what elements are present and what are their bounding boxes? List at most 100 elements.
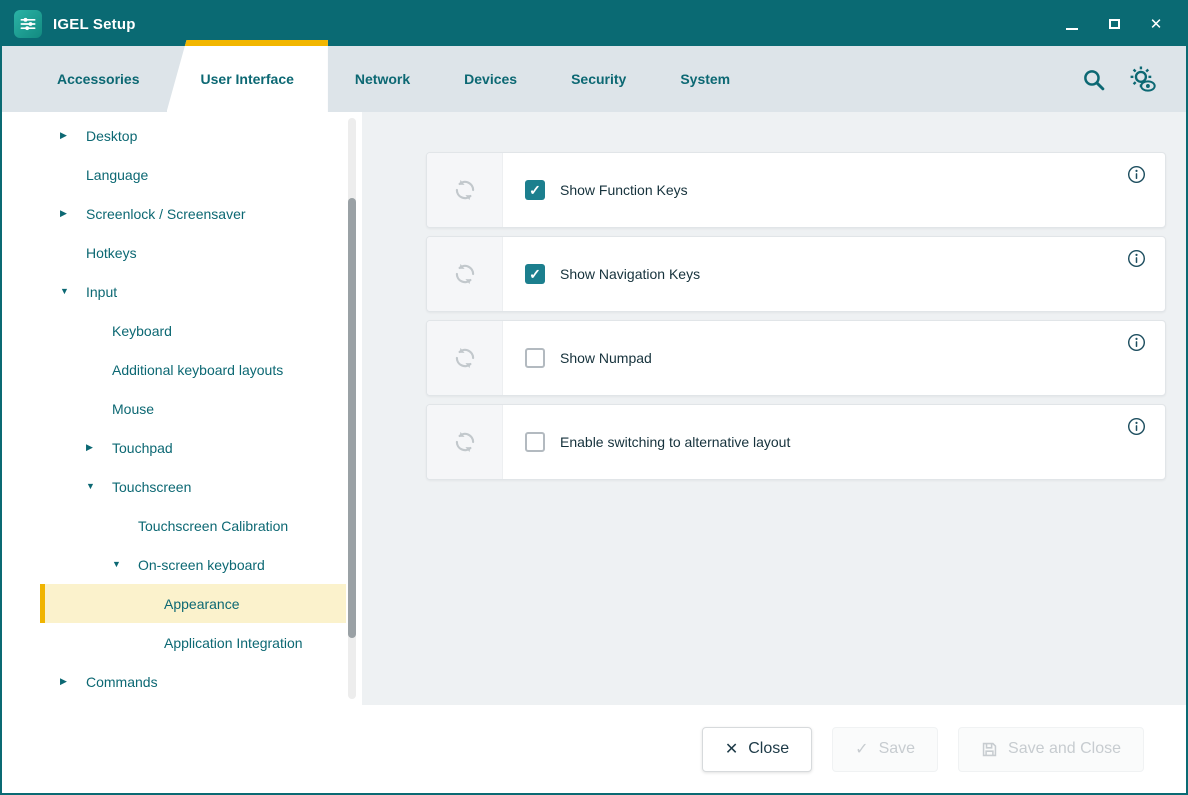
save-button[interactable]: ✓ Save [832, 727, 938, 772]
reset-icon [452, 345, 478, 371]
sidebar-item-label: Touchscreen [112, 479, 191, 495]
reset-to-default-button[interactable] [427, 405, 503, 479]
setting-body: Show Navigation Keys [503, 237, 1107, 311]
close-window-button[interactable]: ✕ [1138, 9, 1174, 39]
sidebar-item-input[interactable]: ▼ Input [2, 272, 346, 311]
tree-collapsed-icon[interactable]: ▶ [60, 131, 86, 140]
sidebar-item-label: Input [86, 284, 117, 300]
sidebar-item-keyboard[interactable]: Keyboard [2, 311, 346, 350]
sidebar-item-touchscreen-calibration[interactable]: Touchscreen Calibration [2, 506, 346, 545]
tab-accessories[interactable]: Accessories [30, 46, 167, 112]
reset-to-default-button[interactable] [427, 153, 503, 227]
reset-icon [452, 177, 478, 203]
save-button-label: Save [879, 740, 915, 758]
sidebar-item-additional-keyboard-layouts[interactable]: Additional keyboard layouts [2, 350, 346, 389]
tab-label: User Interface [201, 71, 294, 87]
sidebar-item-touchscreen[interactable]: ▼ Touchscreen [2, 467, 346, 506]
sidebar-scrollbar-track[interactable] [348, 118, 356, 699]
setting-label: Show Function Keys [560, 182, 688, 198]
checkbox-enable-switching-alternative-layout[interactable] [525, 432, 545, 452]
sidebar-item-commands[interactable]: ▶ Commands [2, 662, 346, 701]
minimize-icon [1066, 28, 1078, 30]
main-area: ▶ Desktop Language ▶ Screenlock / Screen… [2, 112, 1186, 705]
sidebar-item-touchpad[interactable]: ▶ Touchpad [2, 428, 346, 467]
sidebar-item-label: Hotkeys [86, 245, 137, 261]
tab-devices[interactable]: Devices [437, 46, 544, 112]
igel-logo-icon [14, 10, 42, 38]
close-icon: ✕ [725, 739, 738, 759]
save-icon [981, 741, 998, 758]
setting-label: Show Navigation Keys [560, 266, 700, 282]
sidebar-item-label: Keyboard [112, 323, 172, 339]
tab-system[interactable]: System [653, 46, 757, 112]
sidebar-item-label: Language [86, 167, 148, 183]
window-controls: ✕ [1054, 9, 1174, 39]
tree-collapsed-icon[interactable]: ▶ [60, 209, 86, 218]
gear-eye-icon[interactable] [1128, 65, 1156, 93]
window-title: IGEL Setup [53, 16, 136, 33]
maximize-icon [1109, 19, 1120, 29]
tab-user-interface[interactable]: User Interface [167, 40, 328, 112]
checkbox-show-numpad[interactable] [525, 348, 545, 368]
reset-to-default-button[interactable] [427, 321, 503, 395]
tree-expanded-icon[interactable]: ▼ [60, 287, 86, 296]
close-button[interactable]: ✕ Close [702, 727, 812, 772]
tab-label: Network [355, 71, 410, 87]
setting-body: Show Function Keys [503, 153, 1107, 227]
setting-row-enable-switching-alternative-layout: Enable switching to alternative layout [426, 404, 1166, 480]
reset-icon [452, 261, 478, 287]
checkbox-show-function-keys[interactable] [525, 180, 545, 200]
sidebar-item-hotkeys[interactable]: Hotkeys [2, 233, 346, 272]
footer-bar: ✕ Close ✓ Save Save and Close [2, 705, 1186, 793]
sidebar-item-screenlock-screensaver[interactable]: ▶ Screenlock / Screensaver [2, 194, 346, 233]
tab-security[interactable]: Security [544, 46, 653, 112]
check-icon: ✓ [855, 739, 868, 759]
titlebar: IGEL Setup ✕ [2, 2, 1186, 46]
sidebar-item-mouse[interactable]: Mouse [2, 389, 346, 428]
info-button[interactable] [1107, 417, 1165, 436]
tab-bar: Accessories User Interface Network Devic… [2, 46, 1186, 112]
info-button[interactable] [1107, 249, 1165, 268]
sidebar-item-appearance[interactable]: Appearance [2, 584, 346, 623]
sidebar-item-label: Commands [86, 674, 158, 690]
tree-collapsed-icon[interactable]: ▶ [86, 443, 112, 452]
sidebar-item-label: Mouse [112, 401, 154, 417]
save-and-close-button-label: Save and Close [1008, 740, 1121, 758]
info-icon [1127, 249, 1146, 268]
sidebar-item-label: Screenlock / Screensaver [86, 206, 246, 222]
checkbox-show-navigation-keys[interactable] [525, 264, 545, 284]
sidebar-scrollbar-thumb[interactable] [348, 198, 356, 638]
search-icon[interactable] [1081, 67, 1106, 92]
setting-label: Show Numpad [560, 350, 652, 366]
tab-label: Accessories [57, 71, 140, 87]
sidebar-item-language[interactable]: Language [2, 155, 346, 194]
settings-panel: Show Function Keys [362, 112, 1188, 705]
minimize-button[interactable] [1054, 9, 1090, 39]
sidebar-item-label: On-screen keyboard [138, 557, 265, 573]
info-button[interactable] [1107, 333, 1165, 352]
sidebar-item-on-screen-keyboard[interactable]: ▼ On-screen keyboard [2, 545, 346, 584]
igel-setup-window: IGEL Setup ✕ Accessories User Interface … [0, 0, 1188, 795]
reset-to-default-button[interactable] [427, 237, 503, 311]
maximize-button[interactable] [1096, 9, 1132, 39]
info-button[interactable] [1107, 165, 1165, 184]
setting-body: Enable switching to alternative layout [503, 405, 1107, 479]
sidebar-item-label: Additional keyboard layouts [112, 362, 283, 378]
tree-expanded-icon[interactable]: ▼ [112, 560, 138, 569]
setting-label: Enable switching to alternative layout [560, 434, 790, 450]
sidebar-item-label: Touchscreen Calibration [138, 518, 288, 534]
tab-label: System [680, 71, 730, 87]
tab-network[interactable]: Network [328, 46, 437, 112]
sidebar-item-desktop[interactable]: ▶ Desktop [2, 116, 346, 155]
tab-label: Security [571, 71, 626, 87]
close-icon: ✕ [1150, 15, 1163, 33]
sidebar: ▶ Desktop Language ▶ Screenlock / Screen… [2, 112, 362, 705]
sidebar-item-label: Appearance [164, 596, 240, 612]
save-and-close-button[interactable]: Save and Close [958, 727, 1144, 772]
info-icon [1127, 417, 1146, 436]
info-icon [1127, 333, 1146, 352]
sidebar-item-application-integration[interactable]: Application Integration [2, 623, 346, 662]
close-button-label: Close [748, 740, 789, 758]
tree-collapsed-icon[interactable]: ▶ [60, 677, 86, 686]
tree-expanded-icon[interactable]: ▼ [86, 482, 112, 491]
